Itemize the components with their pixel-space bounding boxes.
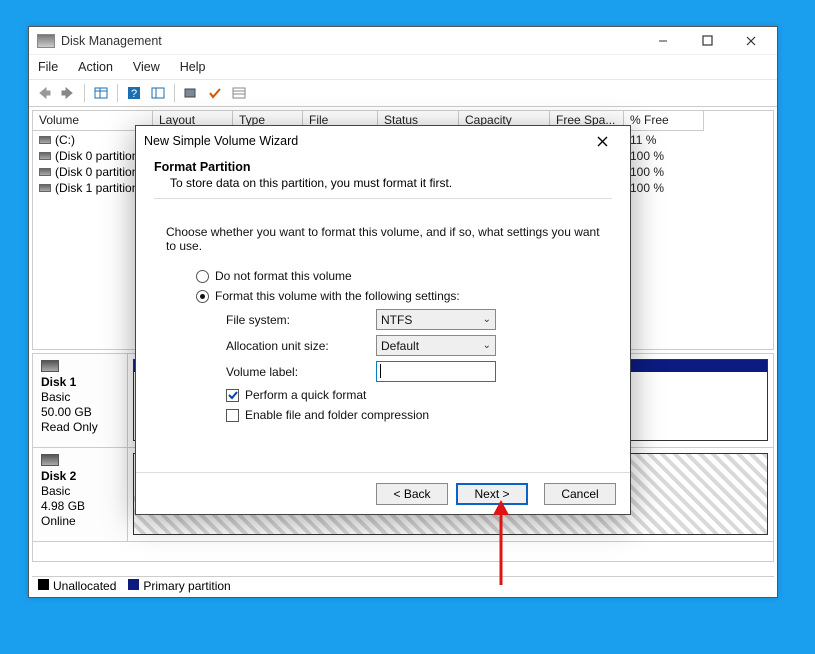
vol-name: (Disk 0 partition: [55, 149, 138, 163]
wizard-button-bar: < Back Next > Cancel: [136, 472, 630, 514]
menubar: File Action View Help: [29, 55, 777, 80]
disk-management-icon: [37, 34, 55, 48]
vol-name: (Disk 1 partition: [55, 181, 138, 195]
wizard-title: New Simple Volume Wizard: [144, 134, 582, 148]
disk-type: Basic: [41, 484, 119, 499]
disk-row-icon: [39, 168, 51, 176]
next-button[interactable]: Next >: [456, 483, 528, 505]
disk-row-icon: [39, 136, 51, 144]
view-icon[interactable]: [90, 83, 112, 103]
close-button[interactable]: [729, 29, 773, 53]
disk-state: Read Only: [41, 420, 119, 435]
chevron-down-icon: ⌄: [483, 314, 491, 325]
toolbar: ?: [29, 80, 777, 107]
disk-row-icon: [39, 152, 51, 160]
radio-format[interactable]: Format this volume with the following se…: [196, 289, 600, 303]
legend-unallocated-label: Unallocated: [53, 579, 116, 593]
quick-format-label: Perform a quick format: [245, 388, 366, 402]
radio-noformat[interactable]: Do not format this volume: [196, 269, 600, 283]
disk-label: Disk 1 Basic 50.00 GB Read Only: [33, 354, 128, 447]
wizard-titlebar: New Simple Volume Wizard: [136, 126, 630, 156]
wizard-close-button[interactable]: [582, 128, 622, 154]
disk-name: Disk 2: [41, 469, 119, 484]
vol-name: (Disk 0 partition: [55, 165, 138, 179]
vol-pct: 100 %: [624, 180, 704, 195]
volume-label-input[interactable]: [376, 361, 496, 382]
legend-unallocated-swatch: [38, 579, 49, 590]
cancel-button[interactable]: Cancel: [544, 483, 616, 505]
wizard-subheading: To store data on this partition, you mus…: [154, 174, 612, 190]
help-icon[interactable]: ?: [123, 83, 145, 103]
vol-pct: 11 %: [624, 132, 704, 147]
forward-icon[interactable]: [57, 83, 79, 103]
radio-noformat-label: Do not format this volume: [215, 269, 352, 283]
disk-type: Basic: [41, 390, 119, 405]
disk-icon: [41, 454, 59, 466]
compression-label: Enable file and folder compression: [245, 408, 429, 422]
vol-pct: 100 %: [624, 148, 704, 163]
new-simple-volume-wizard: New Simple Volume Wizard Format Partitio…: [135, 125, 631, 515]
maximize-button[interactable]: [685, 29, 729, 53]
vol-pct: 100 %: [624, 164, 704, 179]
menu-file[interactable]: File: [35, 58, 61, 76]
checkbox-icon: [226, 389, 239, 402]
wizard-heading: Format Partition: [154, 160, 612, 174]
allocation-label: Allocation unit size:: [226, 339, 376, 353]
disk-label: Disk 2 Basic 4.98 GB Online: [33, 448, 128, 541]
disk-icon: [41, 360, 59, 372]
quick-format-checkbox[interactable]: Perform a quick format: [226, 388, 600, 402]
disk-row-icon: [39, 184, 51, 192]
refresh-icon[interactable]: [147, 83, 169, 103]
vol-name: (C:): [55, 133, 75, 147]
allocation-value: Default: [381, 339, 419, 353]
filesystem-value: NTFS: [381, 313, 412, 327]
svg-text:?: ?: [131, 88, 137, 100]
col-pctfree[interactable]: % Free: [624, 111, 704, 131]
titlebar: Disk Management: [29, 27, 777, 55]
settings-icon[interactable]: [180, 83, 202, 103]
allocation-select[interactable]: Default ⌄: [376, 335, 496, 356]
legend-primary-label: Primary partition: [143, 579, 230, 593]
compression-checkbox[interactable]: Enable file and folder compression: [226, 408, 600, 422]
legend: Unallocated Primary partition: [32, 576, 774, 594]
minimize-button[interactable]: [641, 29, 685, 53]
disk-state: Online: [41, 514, 119, 529]
wizard-header: Format Partition To store data on this p…: [136, 156, 630, 209]
wizard-description: Choose whether you want to format this v…: [166, 225, 600, 253]
radio-icon: [196, 290, 209, 303]
window-title: Disk Management: [61, 34, 641, 48]
disk-name: Disk 1: [41, 375, 119, 390]
disk-size: 4.98 GB: [41, 499, 119, 514]
list-icon[interactable]: [228, 83, 250, 103]
filesystem-select[interactable]: NTFS ⌄: [376, 309, 496, 330]
menu-view[interactable]: View: [130, 58, 163, 76]
chevron-down-icon: ⌄: [483, 340, 491, 351]
disk-size: 50.00 GB: [41, 405, 119, 420]
back-button[interactable]: < Back: [376, 483, 448, 505]
menu-help[interactable]: Help: [177, 58, 209, 76]
menu-action[interactable]: Action: [75, 58, 116, 76]
check-icon[interactable]: [204, 83, 226, 103]
filesystem-label: File system:: [226, 313, 376, 327]
back-icon[interactable]: [33, 83, 55, 103]
legend-primary-swatch: [128, 579, 139, 590]
radio-icon: [196, 270, 209, 283]
volume-label-label: Volume label:: [226, 365, 376, 379]
checkbox-icon: [226, 409, 239, 422]
radio-format-label: Format this volume with the following se…: [215, 289, 460, 303]
